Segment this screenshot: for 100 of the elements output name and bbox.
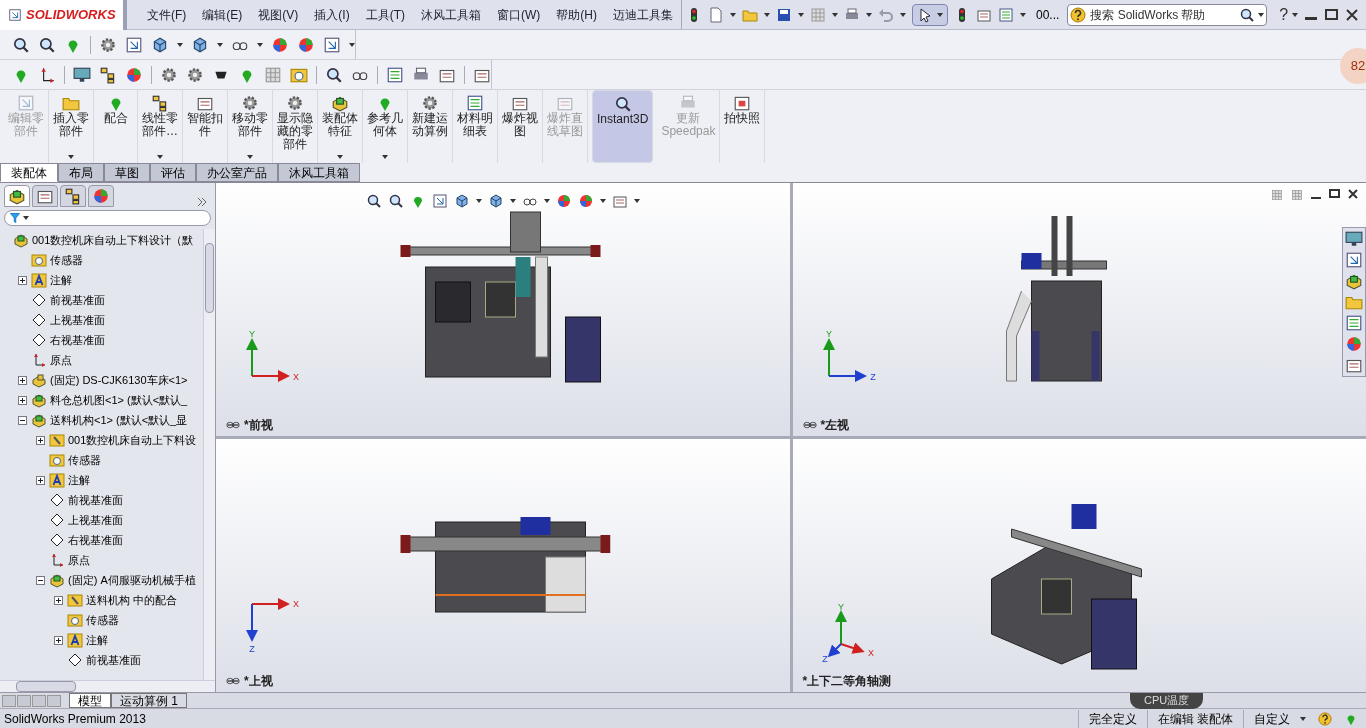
dropdown-caret-icon[interactable] [177, 42, 183, 47]
settings-icon[interactable] [186, 65, 204, 84]
collapse-toggle[interactable] [36, 575, 45, 585]
select-button[interactable] [912, 3, 948, 26]
scene-icon[interactable] [297, 35, 315, 54]
tree-item[interactable]: 上视基准面 [50, 311, 105, 329]
tree-item[interactable]: 注解 [68, 471, 90, 489]
toolbar-label[interactable]: 00... [1036, 5, 1060, 24]
view-settings-icon[interactable] [323, 35, 341, 54]
tree-item[interactable]: 送料机构 中的配合 [86, 591, 178, 609]
panel-tab[interactable] [88, 185, 114, 207]
dropdown-caret-icon[interactable] [257, 42, 263, 47]
help-icon[interactable] [1318, 711, 1332, 726]
tree-item[interactable]: (固定) A伺服驱动机械手植 [68, 571, 196, 589]
new-document-icon[interactable] [708, 6, 724, 23]
dropdown-caret-icon[interactable] [633, 199, 640, 203]
bottom-tab[interactable]: 模型 [69, 693, 111, 708]
tree-item[interactable]: 前视基准面 [86, 651, 141, 669]
dropdown-caret-icon[interactable] [599, 199, 606, 203]
view-palette-icon[interactable] [1345, 314, 1363, 332]
appearance-icon[interactable] [271, 35, 289, 54]
panel-tab[interactable] [4, 185, 30, 207]
dropdown-caret-icon[interactable] [1292, 12, 1299, 17]
spreadsheet-icon[interactable] [386, 65, 404, 84]
help-menu[interactable]: ? [1279, 2, 1289, 27]
menu-item[interactable]: 工具(T) [357, 5, 413, 24]
restore-icon[interactable] [1325, 9, 1338, 20]
tree-item[interactable]: 送料机构<1> (默认<默认_显 [50, 411, 188, 429]
command-tab[interactable]: 布局 [58, 163, 104, 182]
dropdown-caret-icon[interactable] [764, 12, 770, 17]
view-orientation-icon[interactable] [453, 193, 470, 209]
tree-item[interactable]: 传感器 [68, 451, 101, 469]
tree-item[interactable]: (固定) DS-CJK6130车床<1> [50, 371, 188, 389]
horizontal-scrollbar[interactable] [0, 680, 215, 692]
menu-item[interactable]: 窗口(W) [489, 5, 549, 24]
dropdown-caret-icon[interactable] [337, 155, 343, 159]
dropdown-caret-icon[interactable] [68, 155, 74, 159]
dropdown-caret-icon[interactable] [509, 199, 516, 203]
save-icon[interactable] [776, 6, 792, 23]
expand-toggle[interactable] [36, 475, 45, 485]
zoom-area-icon[interactable] [387, 193, 404, 209]
command-tab[interactable]: 评估 [150, 163, 196, 182]
tree-item[interactable]: 传感器 [50, 251, 83, 269]
dropdown-caret-icon[interactable] [832, 12, 838, 17]
tree-item[interactable]: 注解 [86, 631, 108, 649]
dropdown-caret-icon[interactable] [23, 216, 29, 220]
display-style-icon[interactable] [487, 193, 504, 209]
filter-field[interactable] [4, 210, 211, 226]
tree-item[interactable]: 注解 [50, 271, 72, 289]
tree-item[interactable]: 原点 [50, 351, 72, 369]
dropdown-caret-icon[interactable] [247, 155, 253, 159]
menu-item[interactable]: 帮助(H) [548, 5, 605, 24]
dropdown-caret-icon[interactable] [1300, 716, 1306, 721]
appearance-icon[interactable] [1345, 335, 1363, 353]
viewport-link-icon[interactable] [1291, 189, 1303, 201]
dropdown-caret-icon[interactable] [217, 42, 223, 47]
hierarchy-icon[interactable] [99, 65, 117, 84]
dropdown-caret-icon[interactable] [798, 12, 804, 17]
status-field[interactable]: 自定义 [1243, 709, 1300, 728]
dropdown-caret-icon[interactable] [1020, 12, 1026, 17]
expand-toggle[interactable] [18, 395, 27, 405]
dropdown-caret-icon[interactable] [543, 199, 550, 203]
menu-item[interactable]: 插入(I) [306, 5, 358, 24]
dropdown-caret-icon[interactable] [349, 42, 355, 47]
command-tab[interactable]: 装配体 [0, 163, 58, 182]
library-icon[interactable] [1345, 272, 1363, 290]
expand-toggle[interactable] [54, 635, 63, 645]
expand-toggle[interactable] [18, 275, 27, 285]
tree-item[interactable]: 右视基准面 [50, 331, 105, 349]
monitor-icon[interactable] [73, 65, 91, 84]
collapse-toggle[interactable] [18, 415, 27, 425]
close-icon[interactable] [1348, 189, 1358, 201]
zoom-to-fit-icon[interactable] [365, 193, 382, 209]
expand-toggle[interactable] [36, 435, 45, 445]
tree-item[interactable]: 前视基准面 [68, 491, 123, 509]
dropdown-caret-icon[interactable] [900, 12, 906, 17]
section-view-icon[interactable] [125, 35, 143, 54]
resources-icon[interactable] [1345, 230, 1363, 248]
section-view-icon[interactable] [431, 193, 448, 209]
zoom-to-fit-icon[interactable] [12, 35, 30, 54]
command-button[interactable]: Instant3D [592, 90, 654, 163]
dropdown-caret-icon[interactable] [1258, 12, 1265, 17]
vertical-scrollbar[interactable] [203, 229, 215, 680]
search-field[interactable]: 搜索 SolidWorks 帮助 [1067, 3, 1268, 26]
expand-toggle[interactable] [18, 375, 27, 385]
dropdown-caret-icon[interactable] [157, 155, 163, 159]
command-tab[interactable]: 沐风工具箱 [278, 163, 360, 182]
panel-tab[interactable] [32, 185, 58, 207]
menu-item[interactable]: 文件(F) [139, 5, 195, 24]
display-style-icon[interactable] [191, 35, 209, 54]
tree-item[interactable]: 原点 [68, 551, 90, 569]
gear-icon[interactable] [160, 65, 178, 84]
rebuild-icon[interactable] [99, 35, 117, 54]
sketch-icon[interactable] [38, 65, 56, 84]
tree-item[interactable]: 料仓总机图<1> (默认<默认_ [50, 391, 188, 409]
expand-icon[interactable] [197, 197, 207, 207]
close-icon[interactable] [1346, 8, 1358, 21]
viewport-option-icon[interactable] [1271, 189, 1283, 201]
dropdown-caret-icon[interactable] [937, 12, 943, 17]
scene-icon[interactable] [577, 193, 594, 209]
